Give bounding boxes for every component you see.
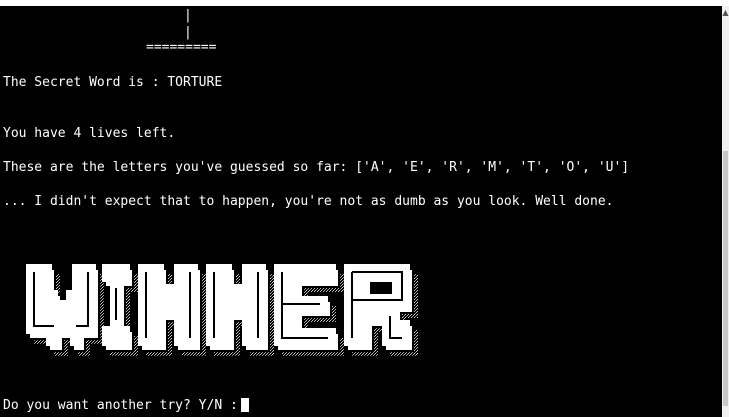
terminal-window[interactable]: | | ========= The Secret Word is : TORTU…: [0, 6, 722, 417]
scrollbar-thumb[interactable]: [723, 151, 728, 406]
guessed-letters-line: These are the letters you've guessed so …: [3, 160, 630, 175]
lives-line: You have 4 lives left.: [3, 126, 176, 141]
replay-prompt: Do you want another try? Y/N :: [3, 398, 249, 413]
vertical-scrollbar[interactable]: ▲: [722, 6, 729, 417]
winner-ascii-banner: [26, 264, 418, 356]
prompt-text: Do you want another try? Y/N :: [3, 398, 238, 413]
gallows-post: |: [184, 8, 192, 23]
result-message: ... I didn't expect that to happen, you'…: [3, 194, 614, 209]
secret-word-line: The Secret Word is : TORTURE: [3, 75, 223, 90]
scroll-up-arrow-icon[interactable]: ▲: [722, 8, 729, 18]
gallows-base: =========: [146, 40, 217, 55]
gallows-post: |: [184, 25, 192, 40]
text-cursor[interactable]: [240, 398, 249, 412]
